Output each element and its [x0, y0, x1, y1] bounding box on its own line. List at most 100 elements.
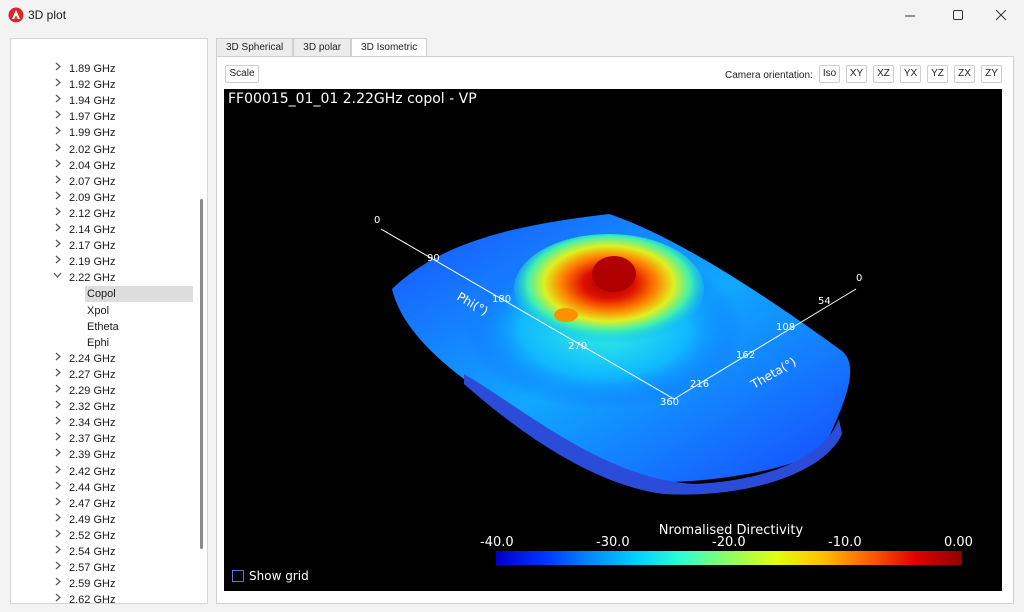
chevron-right-icon[interactable] — [51, 190, 63, 206]
camera-zy-button[interactable]: ZY — [981, 65, 1002, 83]
chevron-right-icon[interactable] — [51, 415, 63, 431]
chevron-right-icon[interactable] — [51, 222, 63, 238]
tree-item-frequency[interactable]: 2.24 GHz — [11, 351, 197, 367]
tree-item-frequency[interactable]: 2.19 GHz — [11, 254, 197, 270]
maximize-button[interactable] — [935, 0, 981, 30]
chevron-right-icon[interactable] — [51, 480, 63, 496]
tree-item-frequency[interactable]: 2.07 GHz — [11, 174, 197, 190]
tree-item-frequency[interactable]: 2.47 GHz — [11, 496, 197, 512]
chevron-right-icon[interactable] — [51, 351, 63, 367]
tree-item-frequency[interactable]: 2.14 GHz — [11, 222, 197, 238]
colorbar — [496, 551, 962, 565]
tree-item-xpol[interactable]: Xpol — [85, 303, 193, 319]
tree-item-label: 2.37 GHz — [69, 433, 116, 446]
tree-item-frequency[interactable]: 2.32 GHz — [11, 399, 197, 415]
plot-viewport[interactable]: FF00015_01_01 2.22GHz copol - VP 0 90 18… — [224, 89, 1002, 591]
tree-item-frequency[interactable]: 2.39 GHz — [11, 447, 197, 463]
camera-orientation-label: Camera orientation: — [725, 70, 813, 81]
tree-item-frequency[interactable]: 1.97 GHz — [11, 109, 197, 125]
tree-item-frequency[interactable]: 2.62 GHz — [11, 592, 197, 603]
tab-3d-spherical[interactable]: 3D Spherical — [216, 38, 294, 56]
chevron-right-icon[interactable] — [51, 61, 63, 77]
chevron-right-icon[interactable] — [51, 125, 63, 141]
chevron-right-icon[interactable] — [51, 431, 63, 447]
camera-yx-button[interactable]: YX — [900, 65, 921, 83]
tree-item-frequency[interactable]: 1.99 GHz — [11, 125, 197, 141]
chevron-right-icon[interactable] — [51, 560, 63, 576]
title-bar: 3D plot — [0, 0, 1024, 30]
tree-item-ephi[interactable]: Ephi — [85, 335, 193, 351]
camera-xy-button[interactable]: XY — [846, 65, 867, 83]
chevron-right-icon[interactable] — [51, 142, 63, 158]
tree-item-etheta[interactable]: Etheta — [85, 319, 193, 335]
show-grid-checkbox[interactable]: Show grid — [232, 569, 309, 583]
chevron-right-icon[interactable] — [51, 576, 63, 592]
chevron-right-icon[interactable] — [51, 512, 63, 528]
chevron-right-icon[interactable] — [51, 206, 63, 222]
tree-item-label: 2.09 GHz — [69, 191, 116, 204]
chevron-right-icon[interactable] — [51, 528, 63, 544]
chevron-right-icon[interactable] — [51, 592, 63, 603]
camera-yz-button[interactable]: YZ — [927, 65, 948, 83]
tree-item-label: 2.07 GHz — [69, 175, 116, 188]
chevron-right-icon[interactable] — [51, 77, 63, 93]
tree-item-frequency[interactable]: 2.57 GHz — [11, 560, 197, 576]
tree-item-label: 2.39 GHz — [69, 449, 116, 462]
tree-item-frequency[interactable]: 2.44 GHz — [11, 480, 197, 496]
tree-item-frequency[interactable]: 2.49 GHz — [11, 512, 197, 528]
tree-item-frequency[interactable]: 2.09 GHz — [11, 190, 197, 206]
camera-zx-button[interactable]: ZX — [954, 65, 975, 83]
frequency-tree[interactable]: 1.89 GHz 1.92 GHz 1.94 GHz 1.97 GHz 1.99 GHz… — [10, 38, 208, 604]
chevron-right-icon[interactable] — [51, 367, 63, 383]
tree-item-frequency[interactable]: 2.04 GHz — [11, 158, 197, 174]
tab-3d-isometric[interactable]: 3D Isometric — [351, 38, 428, 57]
tree-item-frequency[interactable]: 2.54 GHz — [11, 544, 197, 560]
chevron-right-icon[interactable] — [51, 496, 63, 512]
close-button[interactable] — [978, 0, 1024, 30]
chevron-right-icon[interactable] — [51, 544, 63, 560]
chevron-right-icon[interactable] — [51, 464, 63, 480]
tree-item-frequency[interactable]: 2.22 GHz — [11, 270, 197, 286]
minimize-button[interactable] — [887, 0, 933, 30]
chevron-right-icon[interactable] — [51, 447, 63, 463]
close-icon — [995, 9, 1006, 20]
camera-iso-button[interactable]: Iso — [819, 65, 840, 83]
scale-button[interactable]: Scale — [225, 65, 259, 83]
tree-item-frequency[interactable]: 1.92 GHz — [11, 77, 197, 93]
chevron-right-icon[interactable] — [51, 383, 63, 399]
tree-item-frequency[interactable]: 2.27 GHz — [11, 367, 197, 383]
tree-item-frequency[interactable]: 2.42 GHz — [11, 464, 197, 480]
tree-item-label: 2.29 GHz — [69, 385, 116, 397]
tree-item-frequency[interactable]: 1.94 GHz — [11, 93, 197, 109]
tree-item-copol[interactable]: Copol — [85, 286, 193, 303]
tree-item-frequency[interactable]: 2.52 GHz — [11, 528, 197, 544]
tree-scrollbar[interactable] — [200, 199, 203, 549]
tree-item-frequency[interactable]: 2.37 GHz — [11, 431, 197, 447]
tree-item-frequency[interactable]: 2.34 GHz — [11, 415, 197, 431]
chevron-right-icon[interactable] — [51, 238, 63, 254]
tree-item-label: 1.99 GHz — [69, 127, 116, 140]
tree-item-frequency[interactable]: 2.29 GHz — [11, 383, 197, 399]
tab-3d-polar[interactable]: 3D polar — [293, 38, 352, 56]
tree-item-frequency[interactable]: 2.17 GHz — [11, 238, 197, 254]
tree-item-frequency[interactable]: 2.02 GHz — [11, 142, 197, 158]
chevron-right-icon[interactable] — [51, 254, 63, 270]
tree-item-frequency[interactable]: 2.12 GHz — [11, 206, 197, 222]
chevron-right-icon[interactable] — [51, 93, 63, 109]
tree-item-label: 2.52 GHz — [69, 529, 116, 542]
chevron-right-icon[interactable] — [51, 399, 63, 415]
colorbar-tick-4: -10.0 — [828, 535, 862, 550]
chevron-down-icon[interactable] — [51, 270, 63, 286]
tree-item-label: 2.49 GHz — [69, 513, 116, 526]
tree-item-frequency[interactable]: 1.89 GHz — [11, 61, 197, 77]
chevron-right-icon[interactable] — [51, 158, 63, 174]
tree-item-label: 2.14 GHz — [69, 224, 116, 236]
surface-peak-top — [592, 256, 636, 292]
camera-xz-button[interactable]: XZ — [873, 65, 894, 83]
chevron-right-icon[interactable] — [51, 109, 63, 125]
chevron-right-icon[interactable] — [51, 174, 63, 190]
tree-item-frequency[interactable]: 2.59 GHz — [11, 576, 197, 592]
tree-item-label: 2.34 GHz — [69, 417, 116, 430]
phi-tick-0: 0 — [374, 215, 380, 226]
phi-tick-90: 90 — [427, 253, 440, 264]
